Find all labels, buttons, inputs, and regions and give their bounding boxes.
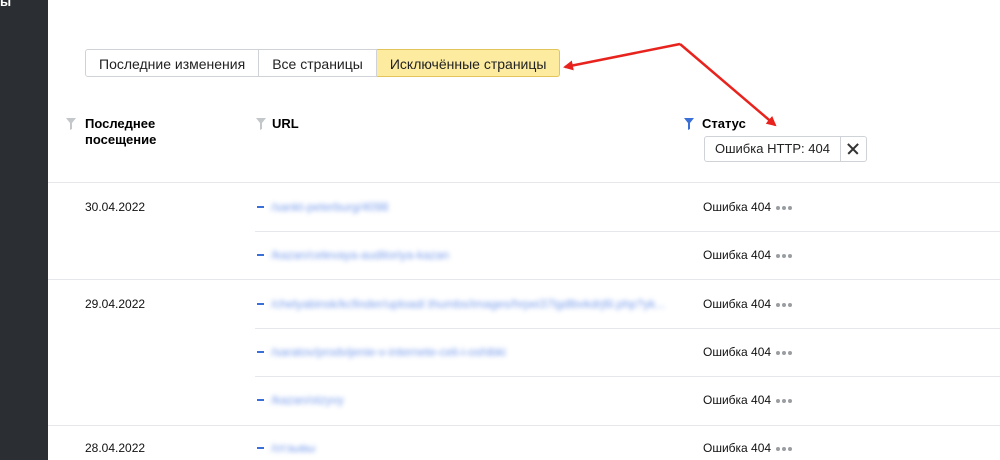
more-icon[interactable] (776, 254, 792, 258)
column-header-last-visit: Последнее посещение (85, 116, 157, 147)
row-status: Ошибка 404 (703, 200, 772, 214)
row-status: Ошибка 404 (703, 393, 772, 407)
row-divider (255, 328, 1000, 329)
more-icon[interactable] (776, 447, 792, 451)
row-status: Ошибка 404 (703, 345, 772, 359)
row-divider (255, 376, 1000, 377)
row-marker (257, 351, 264, 353)
last-visit-filter-icon[interactable] (66, 117, 76, 130)
row-marker (257, 303, 264, 305)
row-url-link[interactable]: /saratov/prodvijenie-v-internete-celi-i-… (271, 345, 506, 359)
row-marker (257, 447, 264, 449)
tab-excluded-pages[interactable]: Исключённые страницы (376, 49, 561, 77)
row-url-link[interactable]: /kazan/celevaya-auditoriya-kazan (271, 248, 449, 262)
row-date: 30.04.2022 (85, 200, 146, 214)
arrow-to-excluded-tab (563, 42, 681, 71)
sidebar: ы (0, 0, 48, 460)
row-marker (257, 254, 264, 256)
status-filter-chip-text: Ошибка HTTP: 404 (715, 141, 830, 156)
row-marker (257, 206, 264, 208)
row-date: 28.04.2022 (85, 441, 146, 455)
header-divider (48, 182, 1000, 183)
row-status: Ошибка 404 (703, 297, 772, 311)
more-icon[interactable] (776, 399, 792, 403)
more-icon[interactable] (776, 206, 792, 210)
more-icon[interactable] (776, 303, 792, 307)
row-url-link[interactable]: /kazan/otzyvy (271, 393, 344, 407)
url-filter-icon[interactable] (256, 117, 266, 130)
row-marker (257, 399, 264, 401)
row-status: Ошибка 404 (703, 248, 772, 262)
status-filter-chip: Ошибка HTTP: 404 (704, 136, 867, 162)
row-date: 29.04.2022 (85, 297, 146, 311)
tab-recent-changes[interactable]: Последние изменения (85, 49, 260, 77)
status-filter-icon[interactable] (684, 117, 694, 130)
tab-all-pages[interactable]: Все страницы (259, 49, 377, 77)
arrow-to-status-filter (679, 43, 777, 127)
row-url-link[interactable]: /отзывы (271, 441, 315, 455)
column-header-url: URL (272, 116, 299, 131)
row-url-link[interactable]: /chelyabinsk/kcfinder/upload/.thumbs/ima… (271, 297, 665, 311)
group-divider (48, 425, 1000, 426)
tab-group: Последние изменения Все страницы Исключё… (85, 49, 561, 77)
column-header-status: Статус (702, 116, 746, 131)
row-divider (255, 231, 1000, 232)
group-divider (48, 279, 1000, 280)
more-icon[interactable] (776, 351, 792, 355)
row-status: Ошибка 404 (703, 441, 772, 455)
sidebar-label: ы (0, 0, 12, 9)
row-url-link[interactable]: /sankt-peterburg/4098 (271, 200, 388, 214)
close-icon[interactable] (839, 137, 866, 161)
